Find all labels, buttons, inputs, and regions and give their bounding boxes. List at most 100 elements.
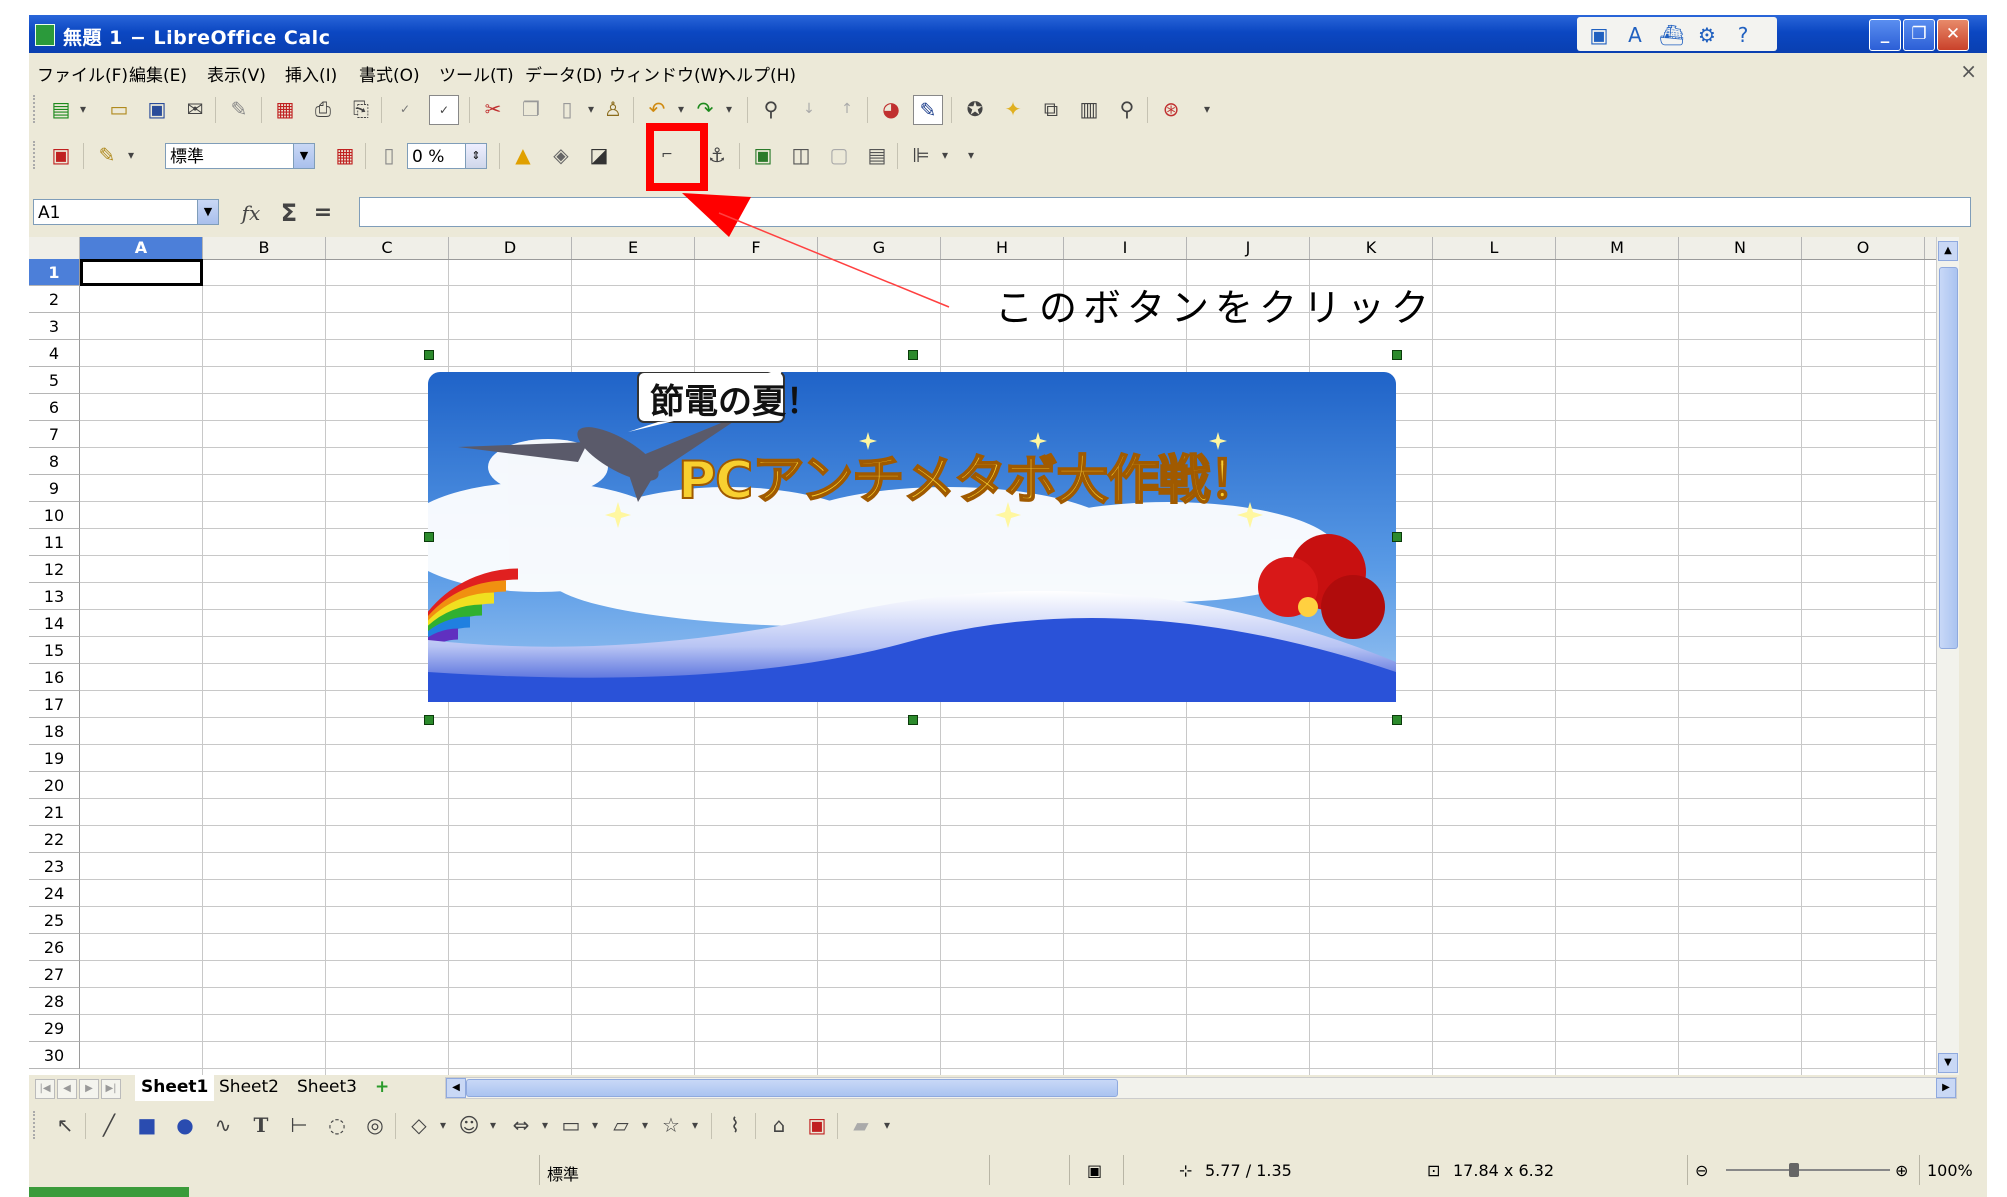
row-header-4[interactable]: 4	[29, 340, 80, 367]
line-icon[interactable]: ▲	[509, 141, 537, 169]
close-window-button[interactable]: ✕	[1937, 19, 1969, 51]
row-header-18[interactable]: 18	[29, 718, 80, 745]
curve-tool-icon[interactable]: ∿	[209, 1111, 237, 1139]
formula-input[interactable]	[359, 197, 1971, 227]
chevron-down-icon[interactable]: ▾	[117, 141, 145, 169]
bring-to-front-icon[interactable]: ▣	[749, 141, 777, 169]
resize-handle[interactable]	[908, 715, 918, 725]
chevron-down-icon[interactable]: ▾	[531, 1111, 559, 1139]
help-lifebuoy-icon[interactable]: ⊛	[1157, 95, 1185, 123]
row-header-26[interactable]: 26	[29, 934, 80, 961]
to-foreground-icon[interactable]: ▢	[825, 141, 853, 169]
cut-icon[interactable]: ✂	[479, 95, 507, 123]
last-sheet-icon[interactable]: ▶|	[101, 1079, 121, 1099]
menu-view[interactable]: 表示(V)	[207, 61, 266, 86]
row-header-2[interactable]: 2	[29, 286, 80, 313]
scroll-up-icon[interactable]: ▲	[1938, 241, 1958, 261]
first-sheet-icon[interactable]: |◀	[35, 1079, 55, 1099]
row-header-8[interactable]: 8	[29, 448, 80, 475]
row-header-20[interactable]: 20	[29, 772, 80, 799]
chevron-down-icon[interactable]: ▾	[715, 95, 743, 123]
function-wizard-button[interactable]: fx	[237, 199, 265, 227]
data-sources-icon[interactable]: ⧉	[1037, 95, 1065, 123]
zoom-level[interactable]: 100%	[1927, 1161, 1973, 1180]
sheet-tab-sheet1[interactable]: Sheet1	[135, 1075, 215, 1101]
ellipse-tool-icon[interactable]: ●	[171, 1111, 199, 1139]
next-sheet-icon[interactable]: ▶	[79, 1079, 99, 1099]
open-folder-icon[interactable]: ▭	[105, 95, 133, 123]
column-header-l[interactable]: L	[1433, 237, 1556, 259]
row-header-25[interactable]: 25	[29, 907, 80, 934]
sum-button[interactable]: Σ	[275, 199, 303, 227]
vertical-text-icon[interactable]: ⊢	[285, 1111, 313, 1139]
resize-handle[interactable]	[424, 715, 434, 725]
hyperlink-icon[interactable]: ⚲	[757, 95, 785, 123]
line-tool-icon[interactable]: ╱	[95, 1111, 123, 1139]
column-header-m[interactable]: M	[1556, 237, 1679, 259]
font-icon[interactable]: A	[1623, 23, 1647, 47]
cell-cursor[interactable]	[80, 259, 203, 286]
toolbar-overflow-icon[interactable]: ▾	[957, 141, 985, 169]
draw-functions-icon[interactable]: ✎	[913, 95, 943, 125]
column-header-g[interactable]: G	[818, 237, 941, 259]
zoom-in-icon[interactable]: ⊕	[1895, 1161, 1908, 1180]
column-header-i[interactable]: I	[1064, 237, 1187, 259]
chevron-down-icon[interactable]: ▾	[69, 95, 97, 123]
text-tool-icon[interactable]: T	[247, 1111, 275, 1139]
row-header-24[interactable]: 24	[29, 880, 80, 907]
auto-spellcheck-icon[interactable]: ✓	[429, 95, 459, 125]
horizontal-scrollbar[interactable]: ◀ ▶	[445, 1077, 1957, 1099]
scroll-down-icon[interactable]: ▼	[1938, 1053, 1958, 1073]
row-header-23[interactable]: 23	[29, 853, 80, 880]
print-icon[interactable]: ⎙	[309, 95, 337, 123]
fontwork-icon[interactable]: ⌂	[765, 1111, 793, 1139]
zoom-slider[interactable]	[1726, 1169, 1890, 1171]
vertical-scroll-thumb[interactable]	[1939, 267, 1958, 649]
column-header-d[interactable]: D	[449, 237, 572, 259]
sheet-tab-sheet3[interactable]: Sheet3	[291, 1075, 363, 1099]
column-header-j[interactable]: J	[1187, 237, 1310, 259]
to-background-icon[interactable]: ▤	[863, 141, 891, 169]
navigator-icon[interactable]: ✪	[961, 95, 989, 123]
clone-formatting-icon[interactable]: ♙	[599, 95, 627, 123]
chevron-down-icon[interactable]: ▾	[581, 1111, 609, 1139]
chevron-down-icon[interactable]: ▾	[429, 1111, 457, 1139]
toolbar-grip[interactable]	[33, 95, 38, 123]
vertical-callout-icon[interactable]: ◎	[361, 1111, 389, 1139]
resize-handle[interactable]	[424, 350, 434, 360]
resize-handle[interactable]	[1392, 532, 1402, 542]
row-header-13[interactable]: 13	[29, 583, 80, 610]
zoom-slider-knob[interactable]	[1789, 1163, 1799, 1177]
gear-icon[interactable]: ⚙	[1695, 23, 1719, 47]
chevron-down-icon[interactable]: ▾	[931, 141, 959, 169]
toolbar-overflow-icon[interactable]: ▾	[873, 1111, 901, 1139]
scroll-left-icon[interactable]: ◀	[446, 1078, 466, 1098]
spinner-icon[interactable]: ⇕	[465, 144, 486, 168]
zoom-out-icon[interactable]: ⊖	[1695, 1161, 1708, 1180]
transparency-field[interactable]: 0 % ⇕	[407, 143, 487, 169]
column-header-f[interactable]: F	[695, 237, 818, 259]
menu-file[interactable]: ファイル(F)	[37, 61, 128, 86]
row-header-12[interactable]: 12	[29, 556, 80, 583]
vertical-scrollbar[interactable]: ▲ ▼	[1936, 237, 1959, 1075]
help-icon[interactable]: ?	[1731, 23, 1755, 47]
name-box[interactable]: A1 ▼	[33, 199, 219, 225]
column-header-o[interactable]: O	[1802, 237, 1925, 259]
extrusion-icon[interactable]: ▰	[847, 1111, 875, 1139]
row-header-28[interactable]: 28	[29, 988, 80, 1015]
row-header-10[interactable]: 10	[29, 502, 80, 529]
database-icon[interactable]: ▥	[1075, 95, 1103, 123]
row-header-17[interactable]: 17	[29, 691, 80, 718]
send-to-back-icon[interactable]: ◫	[787, 141, 815, 169]
add-sheet-icon[interactable]: +	[369, 1075, 395, 1099]
chevron-down-icon[interactable]: ▼	[293, 144, 314, 168]
callout-tool-icon[interactable]: ◌	[323, 1111, 351, 1139]
print-preview-icon[interactable]: ⎘	[347, 95, 375, 123]
column-header-c[interactable]: C	[326, 237, 449, 259]
row-header-3[interactable]: 3	[29, 313, 80, 340]
row-header-5[interactable]: 5	[29, 367, 80, 394]
save-icon[interactable]: ▣	[143, 95, 171, 123]
transparency-icon[interactable]: ▯	[375, 141, 403, 169]
menu-edit[interactable]: 編集(E)	[129, 61, 187, 86]
menu-insert[interactable]: 挿入(I)	[285, 61, 337, 86]
